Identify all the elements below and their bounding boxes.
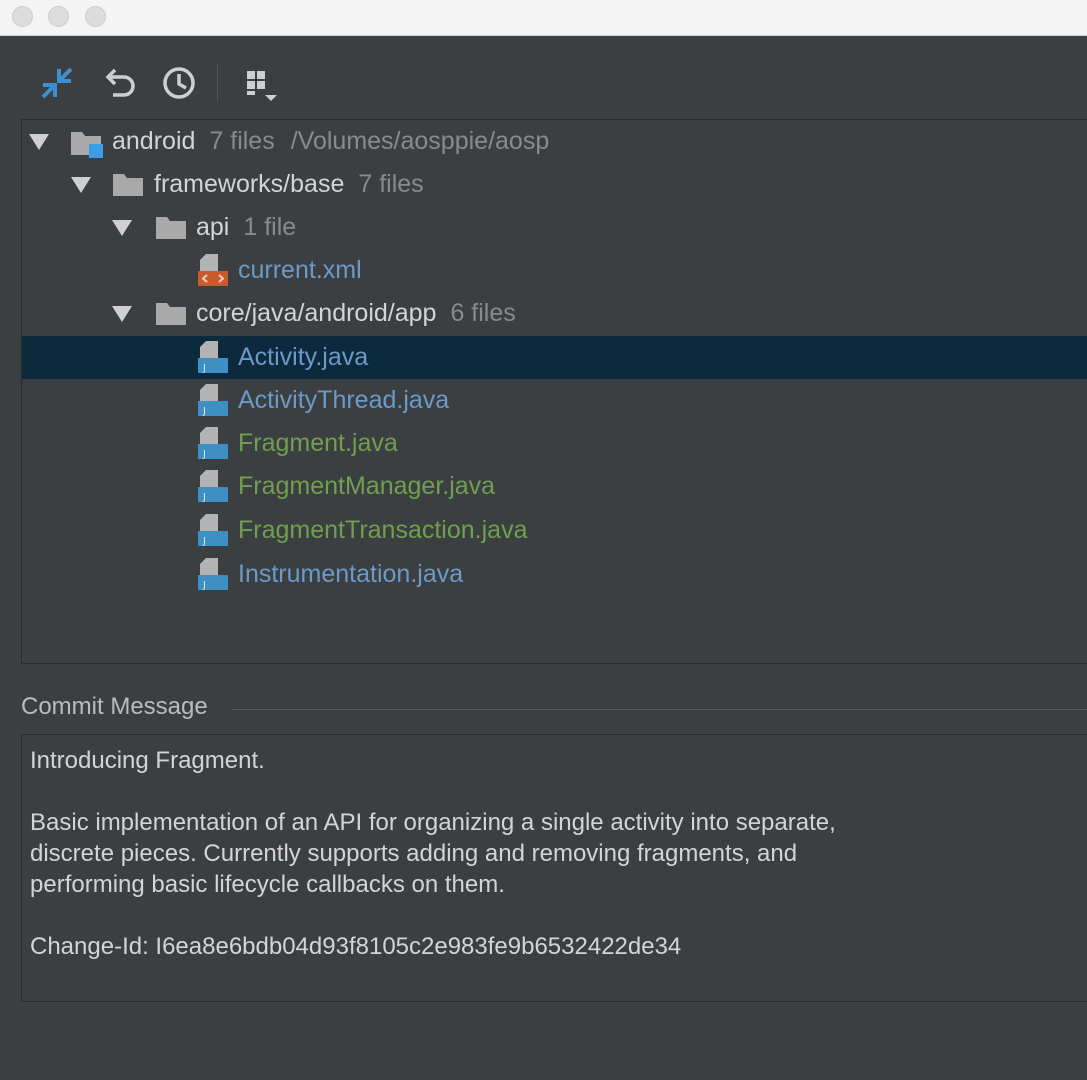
xml-file-icon — [198, 254, 228, 286]
history-button[interactable] — [159, 63, 199, 103]
folder-icon — [156, 303, 186, 325]
tree-file-current-xml[interactable]: current.xml — [22, 249, 1087, 292]
tree-node-label: core/java/android/app — [196, 299, 437, 327]
file-name: Instrumentation.java — [238, 560, 464, 588]
tree-file-fragment-java[interactable]: J Fragment.java — [22, 422, 1087, 465]
tree-file-fragmentmanager-java[interactable]: J FragmentManager.java — [22, 465, 1087, 508]
tree-file-fragmenttransaction-java[interactable]: J FragmentTransaction.java — [22, 509, 1087, 552]
java-file-icon: J — [198, 514, 228, 547]
java-file-icon: J — [198, 341, 228, 374]
tree-node-android[interactable]: android 7 files/Volumes/aosppie/aosp — [22, 120, 1087, 163]
changes-tree: android 7 files/Volumes/aosppie/aosp fram… — [21, 119, 1087, 664]
file-name: FragmentTransaction.java — [238, 516, 528, 544]
tree-node-core-java-android-app[interactable]: core/java/android/app 6 files — [22, 292, 1087, 335]
svg-text:J: J — [202, 536, 206, 547]
java-file-icon: J — [198, 558, 228, 591]
tree-file-activitythread-java[interactable]: J ActivityThread.java — [22, 379, 1087, 422]
expand-toggle[interactable] — [29, 134, 49, 150]
file-count: 7 files — [358, 170, 424, 198]
history-icon — [163, 67, 195, 99]
changes-toolbar — [0, 37, 1087, 117]
file-count: 7 files — [209, 127, 275, 155]
commit-message-label: Commit Message — [21, 693, 208, 720]
java-file-icon: J — [198, 384, 228, 417]
expand-toggle[interactable] — [112, 306, 132, 322]
file-name: current.xml — [238, 256, 362, 284]
toolbar-separator — [217, 63, 218, 101]
tree-file-instrumentation-java[interactable]: J Instrumentation.java — [22, 553, 1087, 596]
java-file-icon: J — [198, 427, 228, 460]
svg-text:J: J — [202, 580, 206, 591]
tree-node-label: api — [196, 213, 230, 241]
expand-toggle[interactable] — [112, 220, 132, 236]
collapse-all-icon — [41, 67, 73, 99]
file-name: FragmentManager.java — [238, 472, 496, 500]
file-name: ActivityThread.java — [238, 386, 450, 414]
tree-node-label: android — [112, 127, 196, 155]
group-by-icon — [247, 71, 277, 101]
tree-node-frameworks-base[interactable]: frameworks/base 7 files — [22, 163, 1087, 206]
tree-node-label: frameworks/base — [154, 170, 345, 198]
root-path: /Volumes/aosppie/aosp — [290, 127, 550, 155]
rollback-button[interactable] — [99, 63, 139, 103]
folder-icon — [113, 174, 143, 196]
svg-text:J: J — [202, 492, 206, 503]
window-titlebar — [0, 0, 1087, 36]
tree-node-api[interactable]: api 1 file — [22, 206, 1087, 249]
svg-text:J: J — [202, 406, 206, 417]
file-count: 1 file — [243, 213, 297, 241]
svg-text:J: J — [202, 363, 206, 374]
folder-icon — [156, 217, 186, 239]
java-file-icon: J — [198, 470, 228, 503]
commit-message-divider — [232, 709, 1087, 710]
expand-toggle[interactable] — [71, 177, 91, 193]
group-by-button[interactable] — [241, 65, 281, 105]
commit-message-textarea[interactable]: Introducing Fragment. Basic implementati… — [21, 734, 1087, 1002]
minimize-window-button[interactable] — [48, 6, 69, 27]
rollback-icon — [105, 68, 135, 97]
module-folder-icon — [71, 132, 103, 158]
svg-text:J: J — [202, 449, 206, 460]
tree-file-activity-java[interactable]: J Activity.java — [22, 336, 1087, 379]
collapse-all-button[interactable] — [37, 63, 77, 103]
file-count: 6 files — [450, 299, 516, 327]
file-name: Fragment.java — [238, 429, 398, 457]
close-window-button[interactable] — [12, 6, 33, 27]
zoom-window-button[interactable] — [85, 6, 106, 27]
file-name: Activity.java — [238, 343, 369, 371]
